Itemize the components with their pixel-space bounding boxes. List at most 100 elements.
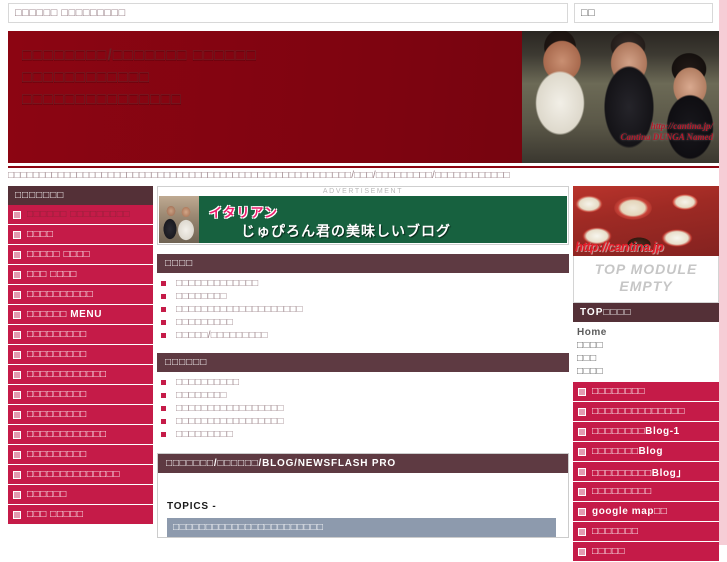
bullet-square-icon [578, 487, 586, 496]
right-sidebar-item-label: □□□□□□□Blog [592, 446, 664, 457]
right-sidebar-item-label: □□□□□□□□ [592, 386, 646, 397]
section-1-link-label: □□□□□□□□□ [176, 317, 234, 328]
sidebar-item-label: □□□□□□□□□□ [27, 289, 94, 300]
sidebar-item-7[interactable]: □□□□□□□□□ [8, 345, 153, 365]
bullet-square-icon [161, 432, 166, 437]
sidebar-item-4[interactable]: □□□□□□□□□□ [8, 285, 153, 305]
right-sidebar-item-1[interactable]: □□□□□□□□□□□□□□ [573, 402, 719, 422]
section-2-heading: □□□□□□ [157, 353, 569, 372]
site-title-line-2: □□□□□□□□□□□□ [22, 69, 150, 86]
sidebar-item-label: □□□□□□□□□□□□□□ [27, 469, 120, 480]
top-module-empty-line-2: EMPTY [619, 278, 673, 294]
section-2-link-3[interactable]: □□□□□□□□□□□□□□□□□ [157, 415, 569, 428]
sidebar-item-5[interactable]: □□□□□□ MENU [8, 305, 153, 325]
bullet-square-icon [13, 490, 21, 499]
right-sidebar-item-5[interactable]: □□□□□□□□□ [573, 482, 719, 502]
bullet-square-icon [13, 450, 21, 459]
sidebar-item-label: □□□□□ □□□□ [27, 249, 91, 260]
advertisement-block[interactable]: ADVERTISEMENT イタリアン じゅぴろん君の美味しいブログ [157, 186, 569, 245]
bullet-square-icon [13, 310, 21, 319]
left-sidebar-title: □□□□□□□ [8, 186, 153, 205]
search-input[interactable]: □□□□□□ □□□□□□□□□ [8, 3, 568, 23]
bullet-square-icon [13, 350, 21, 359]
sidebar-item-label: □□□□□□ □□□□□□□□□ [27, 209, 130, 220]
bullet-square-icon [161, 393, 166, 398]
section-2-link-1[interactable]: □□□□□□□□ [157, 389, 569, 402]
right-sidebar-item-3[interactable]: □□□□□□□Blog [573, 442, 719, 462]
right-sidebar: http://cantina.jp TOP MODULE EMPTY TOP□□… [573, 186, 719, 562]
sidebar-item-label: □□□□□□□□□□□□ [27, 369, 107, 380]
sidebar-item-9[interactable]: □□□□□□□□□ [8, 385, 153, 405]
right-sidebar-item-8[interactable]: □□□□□ [573, 542, 719, 562]
bullet-square-icon [13, 250, 21, 259]
right-sidebar-item-7[interactable]: □□□□□□□ [573, 522, 719, 542]
section-1-link-3[interactable]: □□□□□□□□□ [157, 316, 569, 329]
bullet-square-icon [13, 230, 21, 239]
breadcrumb: □□□□□□□□□□□□□□□□□□□□□□□□□□□□□□□□□□□□□□□□… [8, 166, 719, 180]
bullet-square-icon [13, 330, 21, 339]
bullet-square-icon [13, 510, 21, 519]
section-2-link-4[interactable]: □□□□□□□□□ [157, 428, 569, 441]
sidebar-item-14[interactable]: □□□□□□ [8, 485, 153, 505]
right-sidebar-nav-link-0[interactable]: Home [577, 326, 719, 339]
left-sidebar: □□□□□□□ □□□□□□ □□□□□□□□□ □□□□ □□□□□ □□□□ □□… [8, 186, 153, 525]
sidebar-item-8[interactable]: □□□□□□□□□□□□ [8, 365, 153, 385]
topic-headline-bar[interactable]: □□□□□□□□□□□□□□□□□□□□□□□ [167, 518, 556, 537]
page-root: □□□□□□ □□□□□□□□□ □□ □□□□□□□□/□□□□□□□ □□□… [0, 0, 727, 562]
sidebar-item-0[interactable]: □□□□□□ □□□□□□□□□ [8, 205, 153, 225]
topics-label: TOPICS - [167, 501, 217, 512]
section-1-body: □□□□□□□□□□□□□ □□□□□□□□ □□□□□□□□□□□□□□□□□□□… [157, 273, 569, 344]
sidebar-item-15[interactable]: □□□ □□□□□ [8, 505, 153, 525]
right-sidebar-nav-link-2[interactable]: □□□ [577, 352, 719, 365]
bullet-square-icon [161, 294, 166, 299]
section-1-link-1[interactable]: □□□□□□□□ [157, 290, 569, 303]
sidebar-item-12[interactable]: □□□□□□□□□ [8, 445, 153, 465]
bullet-square-icon [578, 527, 586, 536]
bullet-square-icon [161, 419, 166, 424]
site-title-line-1: □□□□□□□□/□□□□□□□ □□□□□□ [22, 47, 257, 64]
right-sidebar-item-label: □□□□□□□□Blog-1 [592, 426, 680, 437]
section-1-link-label: □□□□□/□□□□□□□□□ [176, 330, 268, 341]
sidebar-item-2[interactable]: □□□□□ □□□□ [8, 245, 153, 265]
sidebar-item-13[interactable]: □□□□□□□□□□□□□□ [8, 465, 153, 485]
section-2-link-label: □□□□□□□□□□□□□□□□□ [176, 416, 284, 427]
section-2-link-list: □□□□□□□□□□ □□□□□□□□ □□□□□□□□□□□□□□□□□ □□□□□… [157, 376, 569, 441]
advertisement-banner-subheadline: じゅぴろん君の美味しいブログ [241, 223, 451, 239]
section-1-link-0[interactable]: □□□□□□□□□□□□□ [157, 277, 569, 290]
section-2-link-label: □□□□□□□□□□□□□□□□□ [176, 403, 284, 414]
right-sidebar-nav-link-3[interactable]: □□□□ [577, 365, 719, 378]
sidebar-item-label: □□□□□□□□□ [27, 449, 87, 460]
right-sidebar-item-4[interactable]: □□□□□□□□□Blog」 [573, 462, 719, 482]
right-sidebar-item-0[interactable]: □□□□□□□□ [573, 382, 719, 402]
right-sidebar-item-2[interactable]: □□□□□□□□Blog-1 [573, 422, 719, 442]
bullet-square-icon [161, 380, 166, 385]
bullet-square-icon [578, 427, 586, 436]
bullet-square-icon [578, 407, 586, 416]
sidebar-item-6[interactable]: □□□□□□□□□ [8, 325, 153, 345]
blog-panel-heading: □□□□□□□/□□□□□□/BLOG/NEWSFLASH PRO [158, 454, 568, 473]
advertisement-banner[interactable]: イタリアン じゅぴろん君の美味しいブログ [159, 196, 567, 243]
right-sidebar-item-label: □□□□□□□ [592, 526, 639, 537]
section-1-link-2[interactable]: □□□□□□□□□□□□□□□□□□□□ [157, 303, 569, 316]
section-1-link-4[interactable]: □□□□□/□□□□□□□□□ [157, 329, 569, 342]
bullet-square-icon [161, 307, 166, 312]
right-sidebar-item-label: □□□□□□□□□□□□□□ [592, 406, 685, 417]
section-2-link-0[interactable]: □□□□□□□□□□ [157, 376, 569, 389]
top-module-empty-notice: TOP MODULE EMPTY [573, 256, 719, 303]
sidebar-item-label: □□□ □□□□ [27, 269, 77, 280]
sidebar-item-10[interactable]: □□□□□□□□□ [8, 405, 153, 425]
advertisement-banner-headline: イタリアン [209, 205, 278, 220]
top-bar: □□□□□□ □□□□□□□□□ □□ [8, 3, 719, 25]
sidebar-item-3[interactable]: □□□ □□□□ [8, 265, 153, 285]
right-sidebar-nav-link-1[interactable]: □□□□ [577, 339, 719, 352]
bullet-square-icon [578, 447, 586, 456]
bullet-square-icon [13, 270, 21, 279]
sidebar-item-label: □□□ □□□□□ [27, 509, 84, 520]
secondary-input[interactable]: □□ [574, 3, 713, 23]
three-chefs-photo: http://cantina.jp/ Cantina DUNGA Named [522, 31, 719, 163]
sidebar-item-1[interactable]: □□□□ [8, 225, 153, 245]
right-sidebar-item-6[interactable]: google map□□ [573, 502, 719, 522]
sidebar-item-11[interactable]: □□□□□□□□□□□□ [8, 425, 153, 445]
section-1-link-label: □□□□□□□□ [176, 291, 227, 302]
section-2-link-2[interactable]: □□□□□□□□□□□□□□□□□ [157, 402, 569, 415]
